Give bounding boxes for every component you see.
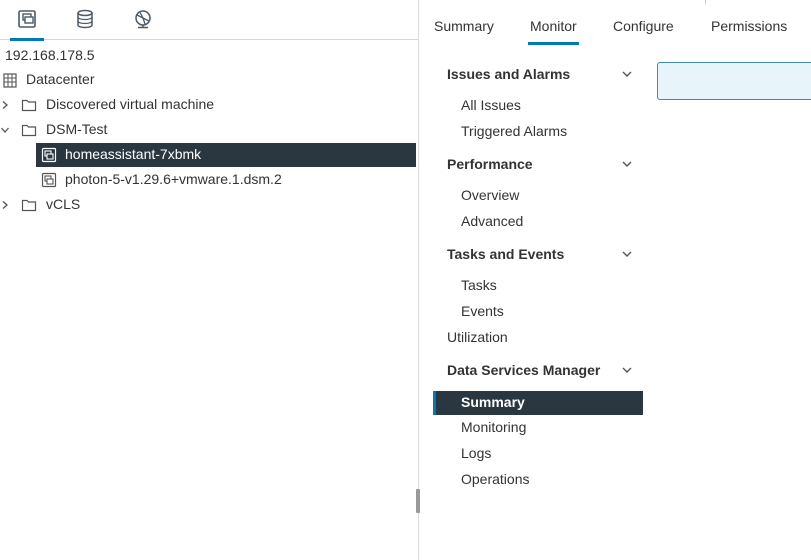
folder-icon bbox=[21, 197, 37, 213]
details-pane: Summary Monitor Configure Permissions Is… bbox=[419, 0, 811, 560]
content-panel bbox=[657, 62, 811, 100]
nav-group-issues-alarms[interactable]: Issues and Alarms bbox=[447, 66, 570, 82]
chevron-down-icon[interactable] bbox=[621, 68, 633, 80]
nav-group-tasks-events[interactable]: Tasks and Events bbox=[447, 246, 564, 262]
storage-icon bbox=[74, 8, 96, 33]
vm-label: homeassistant-7xbmk bbox=[65, 146, 202, 162]
tab-configure[interactable]: Configure bbox=[613, 18, 674, 34]
tree-vm-homeassistant[interactable]: homeassistant-7xbmk bbox=[36, 143, 416, 167]
chevron-down-icon[interactable] bbox=[621, 158, 633, 170]
nav-item-dsm-summary[interactable]: Summary bbox=[433, 391, 643, 415]
networking-tab[interactable] bbox=[126, 0, 160, 40]
nav-item-utilization[interactable]: Utilization bbox=[447, 329, 508, 345]
vm-label: photon-5-v1.29.6+vmware.1.dsm.2 bbox=[65, 171, 282, 187]
chevron-right-icon[interactable] bbox=[0, 200, 10, 210]
tab-divider bbox=[705, 0, 706, 4]
storage-tab[interactable] bbox=[68, 0, 102, 40]
virtual-machine-icon bbox=[41, 147, 57, 163]
host-label: 192.168.178.5 bbox=[5, 47, 95, 63]
inventory-pane: 192.168.178.5 Datacenter Discovered virt… bbox=[0, 0, 418, 560]
object-tabs: Summary Monitor Configure Permissions bbox=[419, 0, 811, 46]
virtual-machine-icon bbox=[41, 172, 57, 188]
nav-item-events[interactable]: Events bbox=[461, 303, 504, 319]
folder-icon bbox=[21, 97, 37, 113]
tree-folder-vcls[interactable]: vCLS bbox=[0, 193, 418, 217]
nav-group-performance[interactable]: Performance bbox=[447, 156, 533, 172]
folder-label: Discovered virtual machine bbox=[46, 96, 215, 112]
vms-and-templates-icon bbox=[16, 8, 38, 33]
vms-and-templates-tab[interactable] bbox=[10, 0, 44, 41]
inventory-view-tabs bbox=[0, 0, 418, 41]
tab-summary[interactable]: Summary bbox=[434, 18, 494, 34]
nav-item-logs[interactable]: Logs bbox=[461, 445, 491, 461]
nav-item-all-issues[interactable]: All Issues bbox=[461, 97, 521, 113]
chevron-down-icon[interactable] bbox=[0, 125, 10, 135]
nav-item-triggered-alarms[interactable]: Triggered Alarms bbox=[461, 123, 567, 139]
networking-icon bbox=[132, 8, 154, 33]
nav-item-monitoring[interactable]: Monitoring bbox=[461, 419, 526, 435]
folder-label: DSM-Test bbox=[46, 121, 108, 137]
chevron-down-icon[interactable] bbox=[621, 364, 633, 376]
tree-vm-photon[interactable]: photon-5-v1.29.6+vmware.1.dsm.2 bbox=[36, 168, 416, 192]
nav-group-dsm[interactable]: Data Services Manager bbox=[447, 362, 600, 378]
nav-item-advanced[interactable]: Advanced bbox=[461, 213, 523, 229]
datacenter-icon bbox=[2, 72, 18, 88]
tree-folder-discovered[interactable]: Discovered virtual machine bbox=[0, 93, 418, 117]
datacenter-label: Datacenter bbox=[26, 71, 95, 87]
nav-item-operations[interactable]: Operations bbox=[461, 471, 529, 487]
tree-host[interactable]: 192.168.178.5 bbox=[5, 43, 95, 67]
chevron-down-icon[interactable] bbox=[621, 248, 633, 260]
folder-icon bbox=[21, 122, 37, 138]
tree-datacenter[interactable]: Datacenter bbox=[0, 68, 418, 92]
folder-label: vCLS bbox=[46, 196, 81, 212]
tab-monitor[interactable]: Monitor bbox=[528, 18, 579, 45]
tab-permissions[interactable]: Permissions bbox=[711, 18, 787, 34]
nav-item-label: Summary bbox=[461, 394, 525, 410]
nav-item-tasks[interactable]: Tasks bbox=[461, 277, 497, 293]
nav-item-overview[interactable]: Overview bbox=[461, 187, 519, 203]
chevron-right-icon[interactable] bbox=[0, 100, 10, 110]
tree-folder-dsm-test[interactable]: DSM-Test bbox=[0, 118, 418, 142]
